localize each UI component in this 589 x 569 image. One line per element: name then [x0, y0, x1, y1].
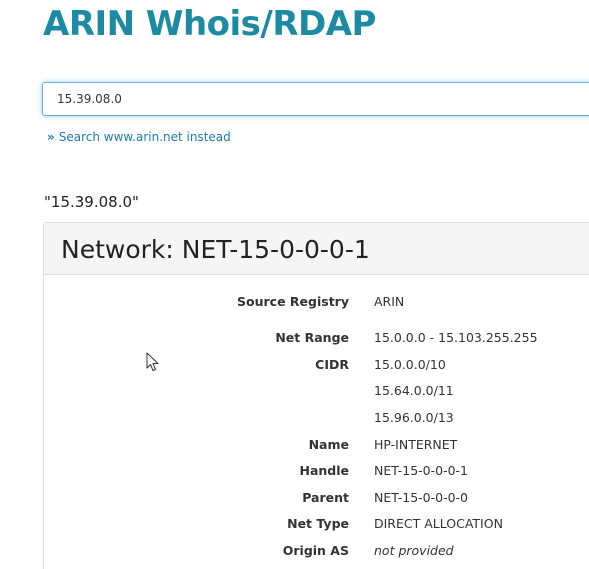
mouse-cursor-icon	[146, 352, 159, 371]
page-title: ARIN Whois/RDAP	[43, 4, 376, 44]
field-row-net-type: Net Type DIRECT ALLOCATION	[44, 514, 589, 534]
field-label: Source Registry	[237, 294, 349, 309]
search-arin-net-link-label: Search www.arin.net instead	[58, 130, 231, 144]
network-panel: Network: NET-15-0-0-0-1 Source Registry …	[43, 222, 589, 569]
search-arin-net-link[interactable]: » Search www.arin.net instead	[47, 130, 231, 144]
field-value: 15.96.0.0/13	[374, 410, 454, 425]
panel-heading: Network: NET-15-0-0-0-1	[44, 223, 589, 275]
page: ARIN Whois/RDAP »Search www.arin.net ins…	[0, 0, 589, 569]
field-label: Name	[308, 437, 349, 452]
parent-link[interactable]: NET-15-0-0-0-0	[374, 488, 468, 508]
field-value: DIRECT ALLOCATION	[374, 516, 503, 531]
search-input[interactable]	[42, 82, 589, 116]
field-value: NET-15-0-0-0-1	[374, 463, 469, 478]
field-row-cidr: CIDR 15.0.0.0/10	[44, 355, 589, 375]
field-value: ARIN	[374, 294, 405, 309]
field-value: 15.0.0.0 - 15.103.255.255	[374, 330, 538, 345]
field-row-source-registry: Source Registry ARIN	[44, 292, 589, 312]
field-label: CIDR	[315, 357, 349, 372]
field-label: Origin AS	[282, 543, 349, 558]
field-row-handle: Handle NET-15-0-0-0-1	[44, 461, 589, 481]
field-label: Net Type	[287, 516, 349, 531]
field-row-origin-as: Origin AS not provided	[44, 541, 589, 561]
field-value: HP-INTERNET	[374, 437, 458, 452]
query-heading: "15.39.08.0"	[44, 193, 139, 211]
field-row-cidr-3: 15.96.0.0/13	[44, 408, 589, 428]
field-row-net-range: Net Range 15.0.0.0 - 15.103.255.255	[44, 328, 589, 348]
panel-title: Network: NET-15-0-0-0-1	[61, 235, 370, 264]
field-label: Parent	[302, 490, 349, 505]
field-row-cidr-2: 15.64.0.0/11	[44, 381, 589, 401]
field-label: Net Range	[275, 330, 349, 345]
field-value: not provided	[374, 543, 454, 558]
field-value: 15.64.0.0/11	[374, 383, 454, 398]
double-chevron-right-icon: »	[47, 130, 55, 144]
field-row-name: Name HP-INTERNET	[44, 435, 589, 455]
field-row-parent: Parent NET-15-0-0-0-0	[44, 488, 589, 508]
field-label: Handle	[299, 463, 349, 478]
field-value: 15.0.0.0/10	[374, 357, 446, 372]
